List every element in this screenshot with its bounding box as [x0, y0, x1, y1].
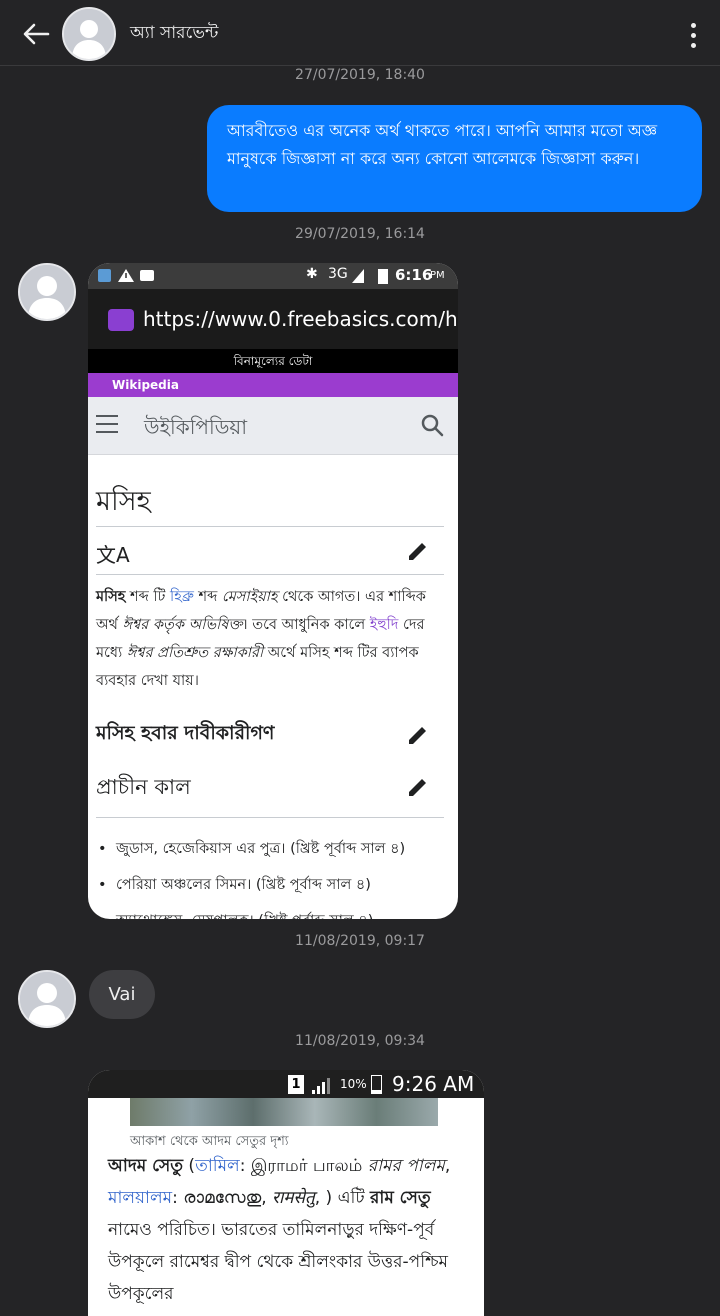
phone-status-bar: 1 10% 9:26 AM: [88, 1070, 484, 1098]
free-data-banner: বিনামূল্যের ডেটা: [88, 349, 458, 373]
edit-pencil-icon: [409, 779, 426, 796]
more-options-button[interactable]: [678, 20, 708, 50]
phone-time: 9:26 AM: [392, 1072, 475, 1096]
battery-icon: [378, 269, 388, 284]
timestamp: 11/08/2019, 09:17: [295, 933, 425, 949]
sim-indicator: 1: [288, 1075, 304, 1094]
list-item: পেরিয়া অঞ্চলের সিমন। (খ্রিষ্ট পূর্বাব্দ…: [96, 867, 452, 903]
image-message-wikipedia[interactable]: ✱ 3G 6:16 PM https://www.0.freebasics.co…: [88, 263, 458, 919]
incoming-message[interactable]: Vai: [89, 970, 155, 1019]
default-avatar-icon: [20, 972, 74, 1026]
divider: [96, 817, 444, 818]
subsection-heading: প্রাচীন কাল: [96, 775, 191, 799]
sender-avatar[interactable]: [18, 970, 76, 1028]
timestamp: 27/07/2019, 18:40: [295, 67, 425, 83]
aerial-photo: [130, 1098, 438, 1126]
image-message-adams-bridge[interactable]: 1 10% 9:26 AM আকাশ থেকে আদম সেতুর দৃশ্য …: [88, 1070, 484, 1316]
bluetooth-icon: ✱: [306, 266, 318, 282]
wiki-header: উইকিপিডিয়া: [88, 397, 458, 455]
edit-pencil-icon: [409, 543, 426, 560]
link-jews: ইহুদি: [369, 617, 399, 633]
timestamp: 29/07/2019, 16:14: [295, 226, 425, 242]
site-lock-icon: [108, 309, 134, 331]
arrow-left-icon: [23, 23, 50, 45]
phone-status-bar: ✱ 3G 6:16 PM: [88, 263, 458, 289]
phone-ampm: PM: [430, 270, 445, 281]
edit-pencil-icon: [409, 727, 426, 744]
browser-url-bar: https://www.0.freebasics.com/h: [88, 289, 458, 349]
url-text: https://www.0.freebasics.com/h: [143, 307, 458, 331]
article-title: মসিহ: [96, 486, 151, 517]
article-paragraph: আদম সেতু (তামিল: இராமர் பாலம் রামর পালম,…: [108, 1156, 451, 1304]
contact-avatar[interactable]: [62, 7, 116, 61]
network-type: 3G: [328, 266, 348, 282]
list-item: অ্যাথ্রোঙ্গেস, মেষপালক। (খ্রিষ্ট পূর্বাব…: [96, 903, 452, 919]
bold-term: মসিহ: [96, 589, 126, 605]
chat-header: অ্যা সারভেন্ট: [0, 0, 720, 66]
link-hebrew: হিব্রু: [170, 589, 194, 605]
contact-name[interactable]: অ্যা সারভেন্ট: [130, 20, 218, 48]
phone-time: 6:16: [395, 266, 433, 284]
sender-avatar[interactable]: [18, 263, 76, 321]
notification-icons: [98, 269, 154, 282]
wiki-name: উইকিপিডিয়া: [144, 415, 248, 439]
hamburger-icon: [96, 415, 118, 433]
article-paragraph: মসিহ শব্দ টি হিব্রু শব্দ মেসাইয়াহ থেকে …: [96, 589, 426, 689]
battery-icon: [371, 1075, 382, 1094]
claimants-list: জুডাস, হেজেকিয়াস এর পুত্র। (খ্রিষ্ট পূর…: [96, 831, 452, 919]
language-icon: 文A: [96, 543, 130, 567]
divider: [96, 526, 444, 527]
search-icon: [421, 414, 444, 437]
section-heading: মসিহ হবার দাবীকারীগণ: [96, 722, 275, 744]
divider: [96, 574, 444, 575]
list-item: জুডাস, হেজেকিয়াস এর পুত্র। (খ্রিষ্ট পূর…: [96, 831, 452, 867]
back-button[interactable]: [16, 16, 56, 52]
more-vertical-icon: [690, 22, 696, 28]
default-avatar-icon: [20, 265, 74, 319]
wikipedia-bar: Wikipedia: [88, 373, 458, 397]
battery-percent: 10%: [340, 1077, 367, 1091]
signal-icon: [352, 269, 364, 283]
default-avatar-icon: [64, 9, 114, 59]
outgoing-message[interactable]: আরবীতেও এর অনেক অর্থ থাকতে পারে। আপনি আম…: [207, 105, 702, 212]
timestamp: 11/08/2019, 09:34: [295, 1033, 425, 1049]
signal-icon: [312, 1078, 330, 1094]
